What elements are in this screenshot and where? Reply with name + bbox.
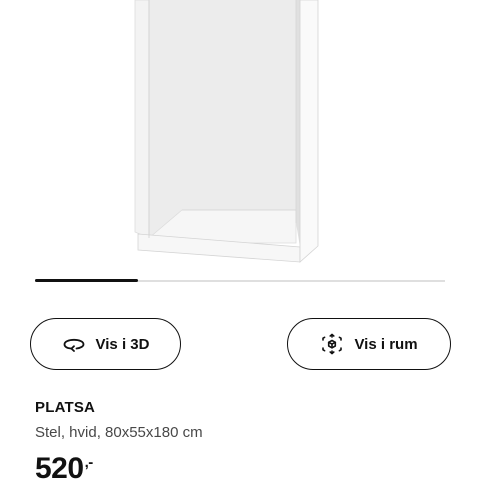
- augmented-reality-cube-icon: [320, 332, 344, 356]
- carousel-progress-thumb[interactable]: [35, 279, 138, 282]
- product-description: Stel, hvid, 80x55x180 cm: [35, 424, 203, 441]
- product-name[interactable]: PLATSA: [35, 399, 95, 416]
- price-suffix: ,-: [84, 454, 94, 471]
- view-in-3d-label: Vis i 3D: [95, 335, 150, 353]
- price-value: 520: [35, 452, 84, 485]
- product-image[interactable]: [0, 0, 480, 272]
- rotate-3d-icon: [62, 332, 86, 356]
- view-in-room-button[interactable]: Vis i rum: [287, 318, 451, 370]
- view-in-room-label: Vis i rum: [354, 335, 418, 353]
- product-price: 520 ,-: [35, 452, 93, 486]
- image-carousel-progress[interactable]: [35, 279, 445, 282]
- view-in-3d-button[interactable]: Vis i 3D: [30, 318, 181, 370]
